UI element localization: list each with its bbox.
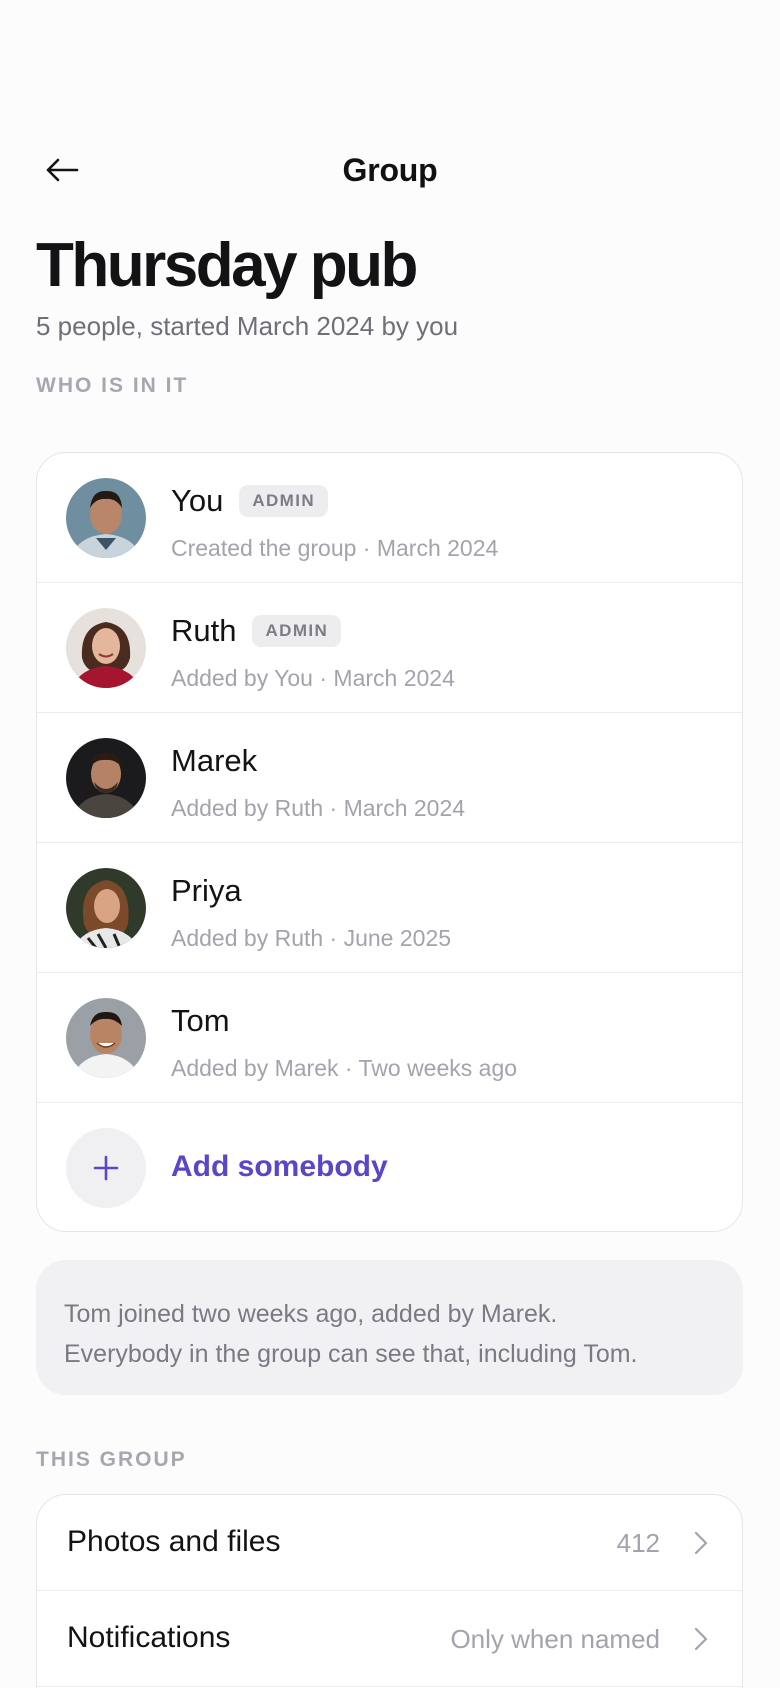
avatar — [66, 608, 146, 688]
setting-value: Only when named — [450, 1624, 660, 1654]
avatar — [66, 738, 146, 818]
join-notice: Tom joined two weeks ago, added by Marek… — [36, 1260, 743, 1395]
group-section-label: THIS GROUP — [36, 1448, 187, 1471]
add-somebody-button[interactable]: Add somebody — [37, 1103, 742, 1231]
member-meta: Created the group · March 2024 — [171, 535, 499, 561]
chevron-right-icon — [694, 1627, 708, 1651]
plus-icon — [93, 1155, 119, 1181]
member-row-you[interactable]: You ADMIN Created the group · March 2024 — [37, 453, 742, 583]
member-row-ruth[interactable]: Ruth ADMIN Added by You · March 2024 — [37, 583, 742, 713]
notice-line-2: Everybody in the group can see that, inc… — [64, 1340, 638, 1368]
member-row-tom[interactable]: Tom Added by Marek · Two weeks ago — [37, 973, 742, 1103]
group-summary: 5 people, started March 2024 by you — [36, 311, 459, 341]
member-name: You — [171, 483, 224, 518]
avatar — [66, 868, 146, 948]
member-name: Ruth — [171, 613, 237, 648]
screen-title: Group — [342, 152, 438, 188]
setting-notifications[interactable]: Notifications Only when named — [37, 1591, 742, 1687]
chevron-right-icon — [694, 1531, 708, 1555]
add-member-circle — [66, 1128, 146, 1208]
setting-label: Notifications — [67, 1621, 231, 1654]
setting-photos-and-files[interactable]: Photos and files 412 — [37, 1495, 742, 1591]
members-section-label: WHO IS IN IT — [36, 374, 189, 397]
avatar — [66, 998, 146, 1078]
members-card: You ADMIN Created the group · March 2024… — [36, 452, 743, 1232]
top-bar: Group — [0, 140, 780, 200]
notice-line-1: Tom joined two weeks ago, added by Marek… — [64, 1300, 558, 1328]
settings-card: Photos and files 412 Notifications Only … — [36, 1494, 743, 1688]
admin-badge: ADMIN — [252, 615, 342, 647]
group-name: Thursday pub — [36, 231, 418, 300]
admin-badge: ADMIN — [239, 485, 329, 517]
member-name: Priya — [171, 873, 242, 908]
setting-label: Photos and files — [67, 1525, 281, 1558]
member-meta: Added by Marek · Two weeks ago — [171, 1055, 518, 1081]
setting-value: 412 — [616, 1528, 660, 1558]
member-row-priya[interactable]: Priya Added by Ruth · June 2025 — [37, 843, 742, 973]
group-screen: Group Thursday pub 5 people, started Mar… — [0, 0, 780, 1688]
member-name: Tom — [171, 1003, 230, 1038]
member-meta: Added by You · March 2024 — [171, 665, 455, 691]
member-name: Marek — [171, 743, 258, 778]
member-meta: Added by Ruth · June 2025 — [171, 925, 452, 951]
avatar — [66, 478, 146, 558]
add-somebody-label: Add somebody — [171, 1150, 388, 1183]
member-meta: Added by Ruth · March 2024 — [171, 795, 466, 821]
member-row-marek[interactable]: Marek Added by Ruth · March 2024 — [37, 713, 742, 843]
